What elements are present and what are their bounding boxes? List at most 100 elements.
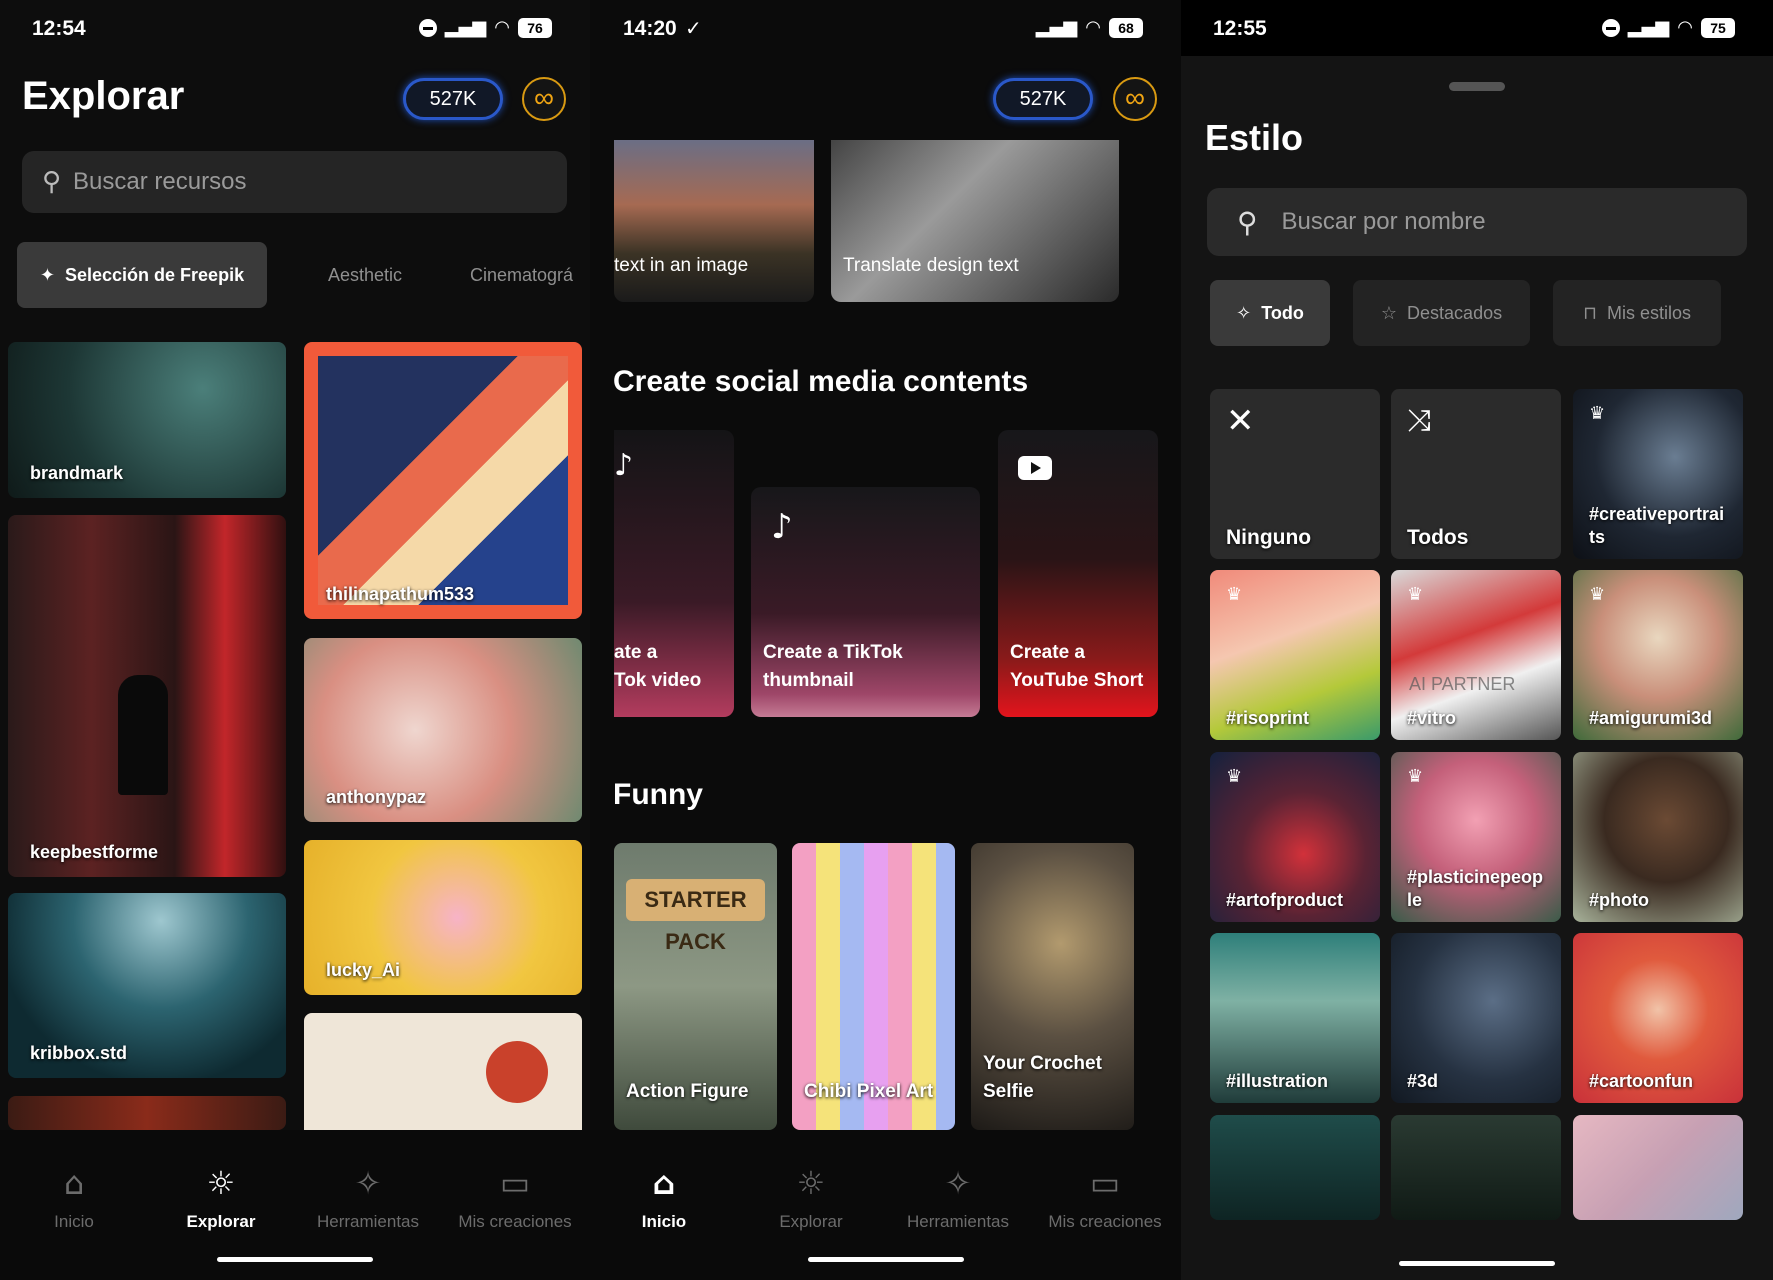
- style-tile-artofproduct[interactable]: ♛ #artofproduct: [1210, 752, 1380, 922]
- sheet-drag-handle[interactable]: [1449, 82, 1505, 91]
- style-tile-cartoonfun[interactable]: #cartoonfun: [1573, 933, 1743, 1103]
- style-label: #plasticinepeop le: [1407, 867, 1544, 910]
- style-label: #cartoonfun: [1589, 1071, 1694, 1091]
- style-search-input[interactable]: ⚲ Buscar por nombre: [1207, 188, 1747, 256]
- style-tile-photo[interactable]: #photo: [1573, 752, 1743, 922]
- style-label: Ninguno: [1226, 526, 1312, 549]
- status-bar: 14:20 ✓ ▂▄▆ ◠ 68: [590, 0, 1181, 56]
- sparkles-icon: ✧: [354, 1164, 382, 1202]
- funny-card-chibi-pixel-art[interactable]: Chibi Pixel Art: [792, 843, 955, 1130]
- infinity-plan-icon[interactable]: ∞: [1113, 77, 1157, 121]
- bookmark-icon: ⊓: [1582, 302, 1598, 324]
- feed-card-partial[interactable]: [8, 1096, 286, 1130]
- card-author: thilinapathum533: [326, 584, 475, 604]
- nav-mis-creaciones[interactable]: ▭ Mis creaciones: [441, 1160, 589, 1232]
- nav-inicio[interactable]: ⌂ Inicio: [590, 1160, 738, 1232]
- home-indicator: [217, 1257, 373, 1262]
- card-author: lucky_Ai: [326, 960, 401, 980]
- tiktok-icon: ♪: [614, 448, 634, 483]
- feed-card-minimal[interactable]: [304, 1013, 582, 1130]
- social-card-tiktok-thumbnail[interactable]: ♪ Create a TikTok thumbnail: [751, 487, 980, 717]
- shuffle-icon: ⤨: [1407, 403, 1431, 438]
- tool-card-translate-design-text[interactable]: Translate design text: [831, 140, 1119, 302]
- sheet-bottom: [1181, 1220, 1773, 1280]
- explore-screen: 12:54 ▂▄▆ ◠ 76 Explorar 527K ∞ ⚲ Buscar …: [0, 0, 590, 1280]
- nav-label: Explorar: [779, 1212, 843, 1231]
- chip-label: Cinematográ: [470, 264, 574, 285]
- feed-card-lucky-ai[interactable]: lucky_Ai: [304, 840, 582, 995]
- close-icon: ✕: [1226, 401, 1255, 441]
- nav-label: Herramientas: [316, 1212, 420, 1231]
- tiktok-icon: ♪: [771, 507, 793, 547]
- style-tile-partial-1[interactable]: [1210, 1115, 1380, 1220]
- search-input[interactable]: ⚲ Buscar recursos: [22, 151, 567, 213]
- feed-card-thilinapathum533[interactable]: thilinapathum533: [304, 342, 582, 619]
- card-author: kribbox.std: [30, 1043, 128, 1063]
- nav-explorar[interactable]: ☼ Explorar: [737, 1160, 885, 1232]
- style-tile-ninguno[interactable]: ✕ Ninguno: [1210, 389, 1380, 559]
- style-tile-plasticinepeople[interactable]: ♛ #plasticinepeop le: [1391, 752, 1561, 922]
- signal-icon: ▂▄▆: [1627, 17, 1670, 38]
- sparkle-icon: ✧: [1236, 302, 1252, 324]
- nav-label: Explorar: [186, 1212, 256, 1231]
- credits-badge[interactable]: 527K: [403, 78, 503, 120]
- style-tile-partial-2[interactable]: [1391, 1115, 1561, 1220]
- chip-aesthetic[interactable]: Aesthetic: [300, 242, 430, 308]
- feed-card-brandmark[interactable]: brandmark: [8, 342, 286, 498]
- battery-level: 76: [518, 17, 552, 38]
- social-card-label: Create a YouTube Short: [1010, 642, 1144, 691]
- style-label: #vitro: [1407, 708, 1457, 728]
- style-tile-creativeportraits[interactable]: ♛ #creativeportrai ts: [1573, 389, 1743, 559]
- section-title-funny: Funny: [613, 778, 703, 811]
- dnd-icon: [418, 18, 437, 37]
- social-card-youtube-short[interactable]: Create a YouTube Short: [998, 430, 1158, 717]
- lightbulb-icon: ☼: [206, 1164, 236, 1202]
- nav-mis-creaciones[interactable]: ▭ Mis creaciones: [1031, 1160, 1179, 1232]
- sheet-title: Estilo: [1205, 117, 1304, 158]
- card-author: brandmark: [30, 463, 124, 483]
- style-tile-3d[interactable]: #3d: [1391, 933, 1561, 1103]
- chip-freepik-selection[interactable]: ✦ Selección de Freepik: [17, 242, 267, 308]
- chip-label: Selección de Freepik: [65, 264, 245, 285]
- watermark-text: AI PARTNER: [1409, 674, 1516, 694]
- funny-card-label: Chibi Pixel Art: [804, 1081, 934, 1102]
- page-title: Explorar: [22, 74, 185, 118]
- style-label: #3d: [1407, 1071, 1439, 1091]
- tab-todo[interactable]: ✧ Todo: [1210, 280, 1330, 346]
- infinity-plan-icon[interactable]: ∞: [522, 77, 566, 121]
- style-tile-partial-3[interactable]: [1573, 1115, 1743, 1220]
- nav-herramientas[interactable]: ✧ Herramientas: [294, 1160, 442, 1232]
- section-title-social: Create social media contents: [613, 365, 1029, 398]
- style-tile-todos[interactable]: ⤨ Todos: [1391, 389, 1561, 559]
- chip-label: Aesthetic: [327, 264, 403, 285]
- nav-explorar[interactable]: ☼ Explorar: [147, 1160, 295, 1232]
- signal-icon: ▂▄▆: [1035, 17, 1078, 38]
- illustration-art: [318, 356, 568, 605]
- nav-inicio[interactable]: ⌂ Inicio: [0, 1160, 148, 1232]
- feed-card-anthonypaz[interactable]: anthonypaz: [304, 638, 582, 822]
- tab-destacados[interactable]: ☆ Destacados: [1353, 280, 1530, 346]
- tab-mis-estilos[interactable]: ⊓ Mis estilos: [1553, 280, 1721, 346]
- chip-cinematographic[interactable]: Cinematográ: [470, 242, 590, 308]
- crown-icon: ♛: [1589, 584, 1606, 605]
- style-tile-illustration[interactable]: #illustration: [1210, 933, 1380, 1103]
- feed-card-keepbestforme[interactable]: keepbestforme: [8, 515, 286, 877]
- style-tile-risoprint[interactable]: ♛ #risoprint: [1210, 570, 1380, 740]
- status-time: 12:55: [1213, 17, 1267, 40]
- style-tile-vitro[interactable]: ♛ AI PARTNER #vitro: [1391, 570, 1561, 740]
- tool-card-text-in-image[interactable]: text in an image: [614, 140, 814, 302]
- credits-badge[interactable]: 527K: [993, 78, 1093, 120]
- signal-icon: ▂▄▆: [444, 17, 487, 38]
- social-card-tiktok-video[interactable]: ♪ ate a Tok video: [614, 430, 734, 717]
- feed-card-kribbox[interactable]: kribbox.std: [8, 893, 286, 1078]
- style-tile-amigurumi3d[interactable]: ♛ #amigurumi3d: [1573, 570, 1743, 740]
- crown-icon: ♛: [1226, 766, 1243, 787]
- wifi-icon: ◠: [1085, 17, 1101, 38]
- search-placeholder: Buscar por nombre: [1281, 208, 1486, 235]
- style-label: #photo: [1589, 890, 1649, 910]
- nav-herramientas[interactable]: ✧ Herramientas: [884, 1160, 1032, 1232]
- funny-card-crochet-selfie[interactable]: Your Crochet Selfie: [971, 843, 1134, 1130]
- funny-card-action-figure[interactable]: STARTER PACK Action Figure: [614, 843, 777, 1130]
- status-bar: 12:55 ▂▄▆ ◠ 75: [1181, 0, 1773, 56]
- tool-card-label: Translate design text: [843, 255, 1019, 276]
